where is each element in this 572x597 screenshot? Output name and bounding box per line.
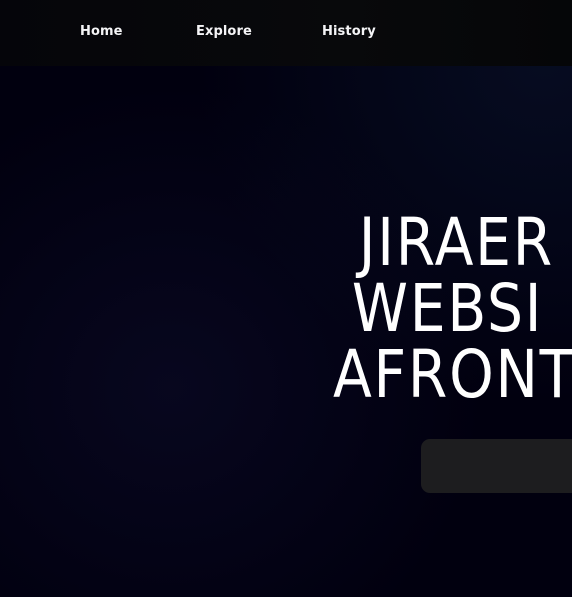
hero-title-line-3: AFRONT <box>333 336 572 413</box>
top-navbar: Home Explore History <box>0 0 572 66</box>
nav-link-history[interactable]: History <box>322 24 376 39</box>
page: Home Explore History JIRAER WEBSI AFRONT <box>0 0 572 597</box>
nav-link-home[interactable]: Home <box>80 24 123 39</box>
hero-cta-button[interactable] <box>421 439 572 493</box>
nav-link-explore[interactable]: Explore <box>196 24 252 39</box>
hero-title: JIRAER WEBSI AFRONT <box>333 210 572 408</box>
hero-title-line-2: WEBSI <box>351 270 544 347</box>
hero-title-line-1: JIRAER <box>358 204 554 281</box>
